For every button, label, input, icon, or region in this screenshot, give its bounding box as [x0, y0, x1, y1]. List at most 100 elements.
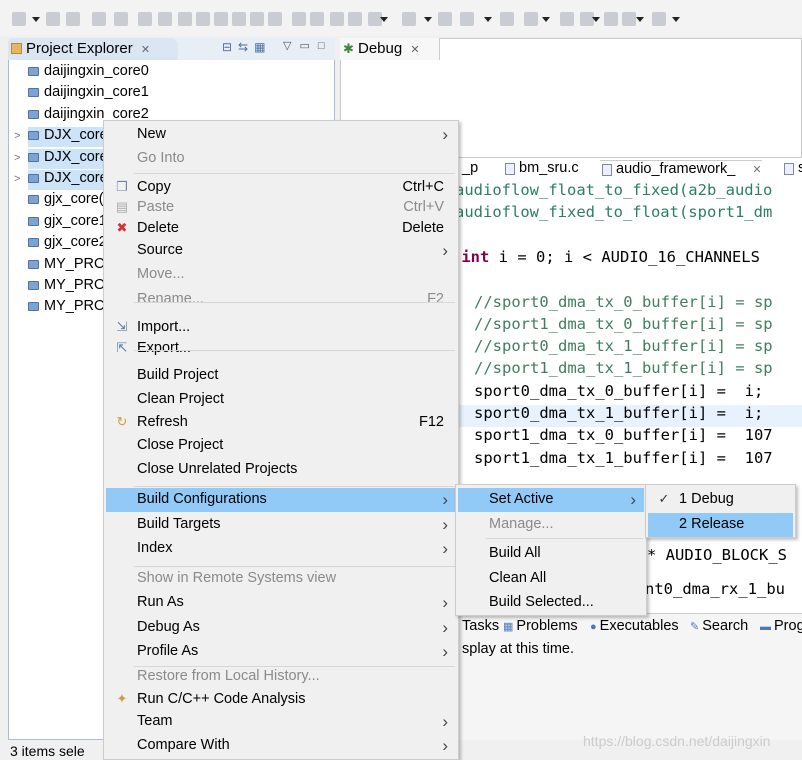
dropdown-arrow-icon[interactable] — [424, 17, 432, 22]
menu-item-build-targets[interactable]: Build Targets › — [106, 513, 456, 537]
tree-item-project[interactable]: DJX_core — [28, 170, 108, 190]
menu-item-build-selected[interactable]: Build Selected... — [458, 591, 644, 615]
tree-item-project[interactable]: daijingxin_core1 — [28, 84, 149, 104]
menu-item-profile-as[interactable]: Profile As › — [106, 640, 456, 664]
menu-item-clean-all[interactable]: Clean All — [458, 567, 644, 591]
menu-item-new[interactable]: New › — [106, 123, 456, 147]
toolbar-button-icon[interactable] — [268, 12, 282, 26]
menu-item-debug-as[interactable]: Debug As › — [106, 616, 456, 640]
menu-item-label: Import... — [137, 319, 191, 335]
dropdown-arrow-icon[interactable] — [636, 17, 644, 22]
tab-search[interactable]: ✎ Search — [690, 618, 748, 638]
toolbar-button-icon[interactable] — [310, 12, 324, 26]
menu-item-export[interactable]: ⇱ Export... — [106, 337, 456, 361]
menu-item-source[interactable]: Source › — [106, 239, 456, 263]
code-line: //sport0_dma_tx_1_buffer[i] = sp — [474, 337, 773, 356]
tab-label: _p — [462, 160, 479, 176]
dropdown-arrow-icon[interactable] — [672, 17, 680, 22]
close-icon[interactable]: ✕ — [749, 164, 761, 176]
editor-tab-audio-framework[interactable]: audio_framework_ ✕ — [600, 160, 762, 180]
project-folder-icon — [28, 109, 39, 119]
menu-item-compare-with[interactable]: Compare With › — [106, 734, 456, 758]
tab-problems[interactable]: ▦ Problems — [503, 618, 578, 638]
menu-item-run-as[interactable]: Run As › — [106, 591, 456, 615]
tree-item-project[interactable]: MY_PRO — [28, 298, 105, 318]
editor-tab-bm-sru-c[interactable]: bm_sru.c — [503, 160, 579, 180]
menu-item-label: Set Active — [489, 491, 554, 507]
menu-item-clean-project[interactable]: Clean Project — [106, 388, 456, 412]
toolbar-button-icon[interactable] — [524, 12, 538, 26]
menu-item-close-unrelated-projects[interactable]: Close Unrelated Projects — [106, 458, 456, 482]
dropdown-arrow-icon[interactable] — [380, 17, 388, 22]
project-folder-icon — [28, 88, 39, 98]
dropdown-arrow-icon[interactable] — [542, 17, 550, 22]
tree-item-project[interactable]: gjx_core1 — [28, 213, 107, 233]
toolbar-button-icon[interactable] — [114, 12, 128, 26]
menu-item-delete[interactable]: ✖ Delete Delete — [106, 217, 456, 241]
close-icon[interactable]: ✕ — [141, 44, 150, 56]
dropdown-arrow-icon[interactable] — [32, 17, 40, 22]
menu-item-label: Refresh — [137, 414, 188, 430]
close-icon[interactable]: ✕ — [410, 44, 419, 56]
tree-item-project[interactable]: gjx_core2 — [28, 234, 107, 254]
toolbar-button-icon[interactable] — [46, 12, 60, 26]
tree-item-project[interactable]: daijingxin_core0 — [28, 63, 149, 83]
menu-item-build-configurations[interactable]: Build Configurations › — [106, 488, 456, 512]
menu-item-close-project[interactable]: Close Project — [106, 434, 456, 458]
tree-item-project[interactable]: DJX_core — [28, 127, 108, 148]
menu-item-refresh[interactable]: ↻ Refresh F12 — [106, 411, 456, 435]
toolbar-button-icon[interactable] — [196, 12, 210, 26]
tree-item-project[interactable]: MY_PRO — [28, 277, 105, 297]
toolbar-button-icon[interactable] — [438, 12, 452, 26]
toolbar-button-icon[interactable] — [92, 12, 106, 26]
toolbar-button-icon[interactable] — [652, 12, 666, 26]
editor-tab-p[interactable]: _p — [458, 160, 478, 180]
editor-tab-s[interactable]: s — [782, 160, 802, 180]
open-project-icon — [28, 152, 39, 162]
view-menu-minimize-maximize-icons[interactable]: ▽▭□ — [283, 39, 333, 52]
view-toolbar-icons[interactable]: ⊟⇆▦ — [222, 40, 271, 54]
toolbar-button-icon[interactable] — [138, 12, 152, 26]
menu-item-set-active[interactable]: Set Active › — [458, 488, 644, 512]
toolbar-button-icon[interactable] — [232, 12, 246, 26]
executables-icon: ● — [590, 621, 597, 633]
toolbar-button-icon[interactable] — [178, 12, 192, 26]
tab-project-explorer[interactable]: Project Explorer ✕ — [8, 38, 178, 60]
menu-item-run-c-c-code-analysis[interactable]: ✦ Run C/C++ Code Analysis — [106, 688, 456, 712]
toolbar-button-icon[interactable] — [158, 12, 172, 26]
tree-item-project[interactable]: DJX_core — [28, 148, 108, 169]
dropdown-arrow-icon[interactable] — [484, 17, 492, 22]
menu-item-2-release[interactable]: 2 Release — [648, 513, 793, 537]
toolbar-button-icon[interactable] — [604, 12, 618, 26]
tab-debug[interactable]: ✱ Debug ✕ — [340, 38, 440, 60]
menu-item-build-all[interactable]: Build All — [458, 542, 644, 566]
toolbar-button-icon[interactable] — [622, 12, 636, 26]
toolbar-button-icon[interactable] — [292, 12, 306, 26]
menu-item-team[interactable]: Team › — [106, 710, 456, 734]
toolbar-button-icon[interactable] — [12, 12, 26, 26]
toolbar-button-icon[interactable] — [402, 12, 416, 26]
tab-tasks[interactable]: Tasks — [462, 618, 499, 638]
tab-label: Project Explorer — [26, 40, 133, 57]
tree-item-project[interactable]: MY_PRO — [28, 256, 105, 276]
tab-executables[interactable]: ● Executables — [590, 618, 679, 638]
expand-chevron-icon[interactable]: > — [14, 152, 20, 164]
menu-item-build-project[interactable]: Build Project — [106, 364, 456, 388]
toolbar-button-icon[interactable] — [330, 12, 344, 26]
expand-chevron-icon[interactable]: > — [14, 130, 20, 142]
expand-chevron-icon[interactable]: > — [14, 173, 20, 185]
toolbar-button-icon[interactable] — [250, 12, 264, 26]
tree-item-label: MY_PRO — [44, 255, 106, 272]
status-text: 3 items sele — [10, 743, 85, 759]
toolbar-button-icon[interactable] — [500, 12, 514, 26]
toolbar-button-icon[interactable] — [460, 12, 474, 26]
tree-item-project[interactable]: gjx_core( — [28, 191, 104, 211]
toolbar-button-icon[interactable] — [214, 12, 228, 26]
menu-item-1-debug[interactable]: ✓ 1 Debug — [648, 488, 793, 512]
menu-item-index[interactable]: Index › — [106, 537, 456, 561]
toolbar-button-icon[interactable] — [348, 12, 362, 26]
tab-prog[interactable]: ▬ Prog — [760, 618, 802, 638]
toolbar-button-icon[interactable] — [560, 12, 574, 26]
toolbar-button-icon[interactable] — [66, 12, 80, 26]
dropdown-arrow-icon[interactable] — [592, 17, 600, 22]
